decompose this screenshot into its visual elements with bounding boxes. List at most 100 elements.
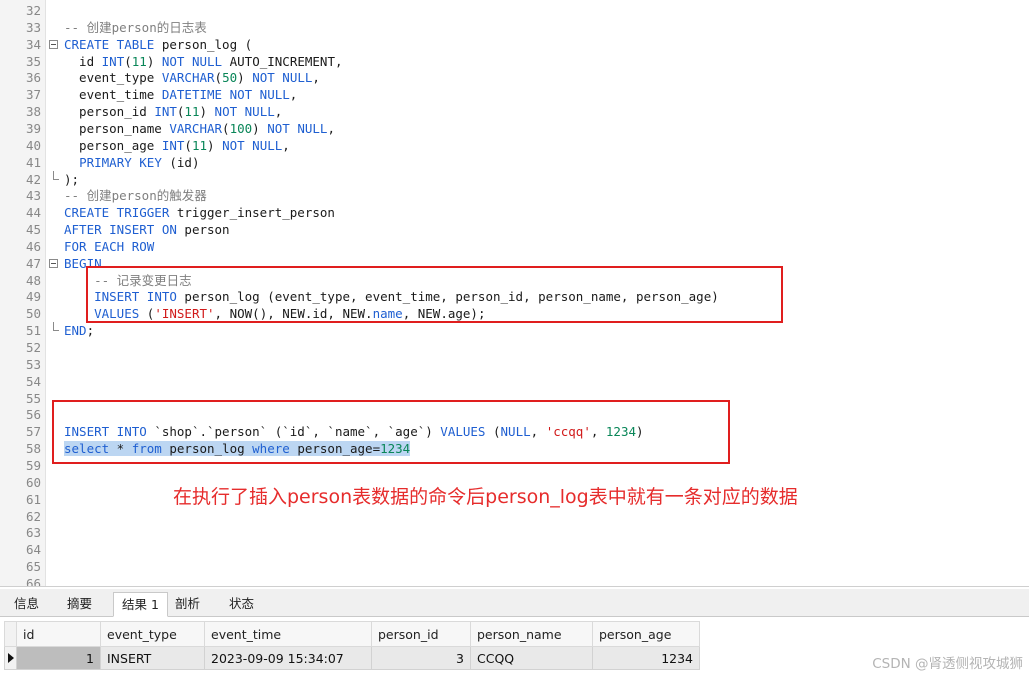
line-number: 46 bbox=[25, 238, 41, 254]
code-text: CREATE TRIGGER trigger_insert_person bbox=[64, 205, 335, 221]
code-line[interactable]: 41 PRIMARY KEY (id) bbox=[0, 154, 1029, 171]
code-line[interactable]: 37 event_time DATETIME NOT NULL, bbox=[0, 86, 1029, 103]
code-line[interactable]: 39 person_name VARCHAR(100) NOT NULL, bbox=[0, 120, 1029, 137]
current-row-indicator[interactable] bbox=[4, 646, 17, 670]
grid-header-row: id event_type event_time person_id perso… bbox=[4, 621, 700, 647]
code-text: -- 创建person的触发器 bbox=[64, 188, 207, 204]
code-line[interactable]: 38 person_id INT(11) NOT NULL, bbox=[0, 103, 1029, 120]
tab-profile[interactable]: 剖析 bbox=[167, 592, 208, 617]
code-text: event_type VARCHAR(50) NOT NULL, bbox=[64, 70, 320, 86]
column-header-id[interactable]: id bbox=[16, 621, 101, 647]
code-line[interactable]: 54 bbox=[0, 373, 1029, 390]
line-number: 51 bbox=[25, 323, 41, 339]
code-line[interactable]: 42); bbox=[0, 170, 1029, 188]
line-number: 53 bbox=[25, 356, 41, 372]
code-line[interactable]: 62 bbox=[0, 508, 1029, 525]
column-header-person-name[interactable]: person_name bbox=[470, 621, 593, 647]
code-line[interactable]: 51 END; bbox=[0, 322, 1029, 339]
line-number: 38 bbox=[25, 104, 41, 120]
code-text: AFTER INSERT ON person bbox=[64, 222, 230, 238]
code-line[interactable]: 63 bbox=[0, 524, 1029, 541]
line-number: 50 bbox=[25, 306, 41, 322]
line-number: 47 bbox=[25, 255, 41, 271]
result-tabs: 信息 摘要 结果 1 剖析 状态 bbox=[0, 589, 1029, 617]
column-header-person-age[interactable]: person_age bbox=[592, 621, 700, 647]
column-header-event-type[interactable]: event_type bbox=[100, 621, 205, 647]
cell-person-name[interactable]: CCQQ bbox=[470, 646, 593, 670]
line-number: 52 bbox=[25, 340, 41, 355]
code-text: CREATE TABLE person_log ( bbox=[64, 36, 253, 52]
code-line[interactable]: 35 id INT(11) NOT NULL AUTO_INCREMENT, bbox=[0, 53, 1029, 70]
line-number: 48 bbox=[25, 272, 41, 288]
code-line[interactable]: 65 bbox=[0, 558, 1029, 575]
line-number: 45 bbox=[25, 222, 41, 238]
code-text: END; bbox=[64, 323, 95, 339]
code-line[interactable]: 53 bbox=[0, 356, 1029, 373]
fold-toggle-icon[interactable] bbox=[49, 39, 58, 49]
line-number: 60 bbox=[25, 474, 41, 490]
code-line[interactable]: 33 -- 创建person的日志表 bbox=[0, 19, 1029, 36]
code-line[interactable]: 64 bbox=[0, 541, 1029, 558]
code-line[interactable]: 36 event_type VARCHAR(50) NOT NULL, bbox=[0, 69, 1029, 86]
line-number: 40 bbox=[25, 137, 41, 153]
line-number: 34 bbox=[25, 36, 41, 52]
code-text: FOR EACH ROW bbox=[64, 238, 155, 254]
line-number: 57 bbox=[25, 424, 41, 440]
tab-result-1[interactable]: 结果 1 bbox=[113, 592, 168, 617]
tab-summary[interactable]: 摘要 bbox=[59, 592, 100, 617]
line-number: 42 bbox=[25, 171, 41, 187]
line-number: 33 bbox=[25, 19, 41, 35]
line-number: 64 bbox=[25, 542, 41, 558]
code-text: id INT(11) NOT NULL AUTO_INCREMENT, bbox=[64, 53, 343, 69]
line-number: 41 bbox=[25, 154, 41, 170]
code-line[interactable]: 52 bbox=[0, 339, 1029, 356]
line-number: 62 bbox=[25, 508, 41, 524]
code-text: person_age INT(11) NOT NULL, bbox=[64, 137, 290, 153]
code-text: person_id INT(11) NOT NULL, bbox=[64, 104, 283, 120]
column-header-event-time[interactable]: event_time bbox=[204, 621, 372, 647]
code-line[interactable]: 34 CREATE TABLE person_log ( bbox=[0, 36, 1029, 53]
line-number: 59 bbox=[25, 457, 41, 473]
line-number: 65 bbox=[25, 559, 41, 575]
code-line[interactable]: 46 FOR EACH ROW bbox=[0, 238, 1029, 255]
line-number: 63 bbox=[25, 525, 41, 541]
fold-toggle-icon[interactable] bbox=[49, 258, 58, 268]
code-line[interactable]: 40 person_age INT(11) NOT NULL, bbox=[0, 137, 1029, 154]
code-line[interactable]: 32 bbox=[0, 2, 1029, 19]
watermark: CSDN @肾透侧视攻城狮 bbox=[872, 656, 1023, 672]
code-line[interactable]: 43 -- 创建person的触发器 bbox=[0, 187, 1029, 204]
cell-person-id[interactable]: 3 bbox=[371, 646, 471, 670]
code-line[interactable]: 66 bbox=[0, 575, 1029, 586]
code-line[interactable]: 44 CREATE TRIGGER trigger_insert_person bbox=[0, 204, 1029, 221]
column-header-person-id[interactable]: person_id bbox=[371, 621, 471, 647]
line-number: 55 bbox=[25, 390, 41, 406]
line-number: 61 bbox=[25, 491, 41, 507]
cell-person-age[interactable]: 1234 bbox=[592, 646, 700, 670]
cell-id[interactable]: 1 bbox=[16, 646, 101, 670]
query-highlight-box bbox=[52, 400, 730, 464]
fold-end-marker bbox=[53, 322, 59, 332]
code-text: PRIMARY KEY (id) bbox=[79, 154, 200, 170]
line-number: 36 bbox=[25, 70, 41, 86]
table-row[interactable]: 1 INSERT 2023-09-09 15:34:07 3 CCQQ 1234 bbox=[4, 646, 700, 670]
cell-event-time[interactable]: 2023-09-09 15:34:07 bbox=[204, 646, 372, 670]
row-header-corner bbox=[4, 621, 17, 647]
result-grid[interactable]: id event_type event_time person_id perso… bbox=[4, 621, 700, 670]
line-number: 49 bbox=[25, 289, 41, 305]
cell-event-type[interactable]: INSERT bbox=[100, 646, 205, 670]
code-text: event_time DATETIME NOT NULL, bbox=[64, 87, 298, 103]
code-line[interactable]: 45 AFTER INSERT ON person bbox=[0, 221, 1029, 238]
line-number: 37 bbox=[25, 87, 41, 103]
line-number: 32 bbox=[25, 3, 41, 18]
code-text: ); bbox=[64, 171, 80, 187]
row-pointer-icon bbox=[8, 652, 14, 663]
result-panel: 信息 摘要 结果 1 剖析 状态 id event_type event_tim… bbox=[0, 586, 1029, 681]
line-number: 43 bbox=[25, 188, 41, 204]
line-number: 54 bbox=[25, 373, 41, 389]
tab-info[interactable]: 信息 bbox=[6, 592, 47, 617]
sql-editor[interactable]: 32 33 -- 创建person的日志表 34 CREATE TABLE person… bbox=[0, 0, 1029, 586]
line-number: 66 bbox=[25, 575, 41, 586]
tab-status[interactable]: 状态 bbox=[221, 592, 262, 617]
code-text: -- 创建person的日志表 bbox=[64, 19, 207, 35]
line-number: 39 bbox=[25, 120, 41, 136]
